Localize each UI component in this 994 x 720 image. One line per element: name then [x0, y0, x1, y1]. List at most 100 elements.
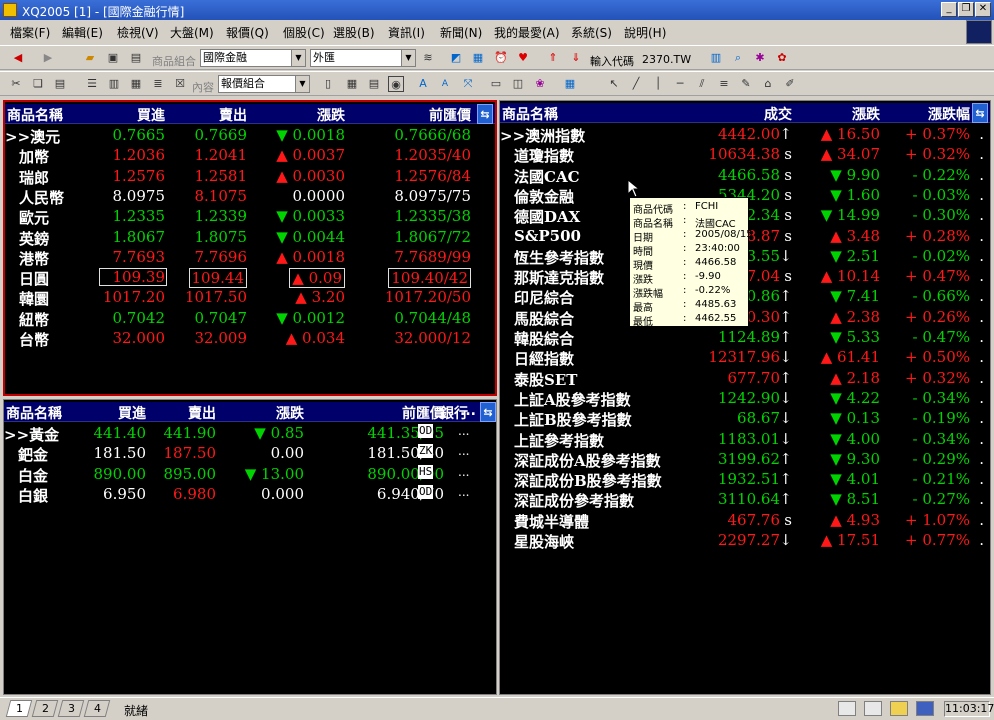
table-row[interactable]: 日經指數 ↓ 12317.96 ▲ 61.41 + 0.50%. [500, 348, 990, 368]
lock-icon[interactable] [890, 701, 908, 716]
fib-icon[interactable]: ≡ [716, 76, 732, 92]
column-header[interactable]: 前匯價 [402, 403, 444, 423]
paste-icon[interactable]: ▤ [52, 76, 68, 92]
table-row[interactable]: >>黃金 441.40 441.90 ▼ 0.85 441.35/95 OD... [4, 424, 496, 444]
line-tool-icon[interactable]: ╱ [628, 76, 644, 92]
table-row[interactable]: 港幣 7.7693 7.7696 ▲ 0.0018 7.7689/99 [5, 248, 495, 268]
table-row[interactable]: 星股海峽 ↓ 2297.27 ▲ 17.51 + 0.77%. [500, 531, 990, 551]
menu-item[interactable]: 說明(H) [624, 24, 666, 41]
alarm-icon[interactable]: ⏰ [493, 50, 509, 66]
eraser-icon[interactable]: ✐ [782, 76, 798, 92]
doc-icon[interactable]: ▯ [320, 76, 336, 92]
table-row[interactable]: >>澳元 0.7665 0.7669 ▼ 0.0018 0.7666/68 [5, 126, 495, 146]
table-row[interactable]: 日圓 109.39 109.44 ▲ 0.09 109.40/42 [5, 268, 495, 289]
chart-status-icon[interactable] [864, 701, 882, 716]
tools-icon[interactable]: ✱ [752, 50, 768, 66]
connection-icon[interactable] [916, 701, 934, 716]
menu-item[interactable]: 我的最愛(A) [494, 24, 560, 41]
table-row[interactable]: 上証參考指數 ↓ 1183.01 ▼ 4.00 - 0.34%. [500, 430, 990, 450]
search-icon[interactable]: ⌕ [730, 50, 746, 66]
settings-icon[interactable]: ✿ [774, 50, 790, 66]
sheet-tab-2[interactable]: 2 [31, 700, 59, 717]
column-header[interactable]: 漲跌 [852, 104, 880, 124]
menu-item[interactable]: 編輯(E) [62, 24, 103, 41]
zoom-fit-icon[interactable]: ⤧ [460, 76, 476, 92]
quote-icon[interactable]: ▥ [708, 50, 724, 66]
table-row[interactable]: 瑞郎 1.2576 1.2581 ▲ 0.0030 1.2576/84 [5, 167, 495, 187]
table-row[interactable]: 上証A股參考指數 ↓ 1242.90 ▼ 4.22 - 0.34%. [500, 389, 990, 409]
save-icon[interactable]: ▣ [105, 50, 121, 66]
table-row[interactable]: 費城半導體 s 467.76 ▲ 4.93 + 1.07%. [500, 511, 990, 531]
back-icon[interactable]: ◀ [10, 50, 26, 66]
column-header[interactable]: 買進 [118, 403, 146, 423]
menu-item[interactable]: 個股(C) [283, 24, 325, 41]
menu-item[interactable]: 報價(Q) [226, 24, 269, 41]
content-select[interactable]: 報價組合 ▼ [218, 75, 310, 93]
grid-icon[interactable]: ▦ [128, 76, 144, 92]
menu-item[interactable]: 資訊(I) [388, 24, 425, 41]
table-row[interactable]: >>澳洲指數 ↑ 4442.00 ▲ 16.50 + 0.37%. [500, 125, 990, 145]
column-switch-icon[interactable]: ⇆ [972, 103, 988, 123]
frame-icon[interactable]: ▭ [488, 76, 504, 92]
columns-icon[interactable]: ▥ [106, 76, 122, 92]
sheet-icon[interactable]: ▤ [366, 76, 382, 92]
more-button[interactable]: ... [458, 485, 469, 499]
column-header[interactable]: 賣出 [188, 403, 216, 423]
view-icon[interactable]: ◉ [388, 76, 404, 92]
menu-item[interactable]: 系統(S) [571, 24, 612, 41]
more-button[interactable]: ... [458, 444, 469, 458]
menu-item[interactable]: 大盤(M) [170, 24, 214, 41]
column-header[interactable]: 漲跌幅 [928, 104, 970, 124]
restore-button[interactable]: ❐ [958, 2, 974, 17]
table-icon[interactable]: ▦ [344, 76, 360, 92]
cut-icon[interactable]: ✂ [8, 76, 24, 92]
column-header[interactable]: 商品名稱 [7, 105, 63, 125]
menu-item[interactable]: 新聞(N) [440, 24, 482, 41]
code-input[interactable]: 2370.TW [642, 53, 691, 66]
pointer-icon[interactable]: ↖ [606, 76, 622, 92]
table-row[interactable]: 加幣 1.2036 1.2041 ▲ 0.0037 1.2035/40 [5, 146, 495, 166]
print-icon[interactable]: ▤ [128, 50, 144, 66]
page-up-icon[interactable]: ⇑ [545, 50, 561, 66]
favorite-heart-icon[interactable]: ♥ [515, 50, 531, 66]
page-down-icon[interactable]: ⇓ [568, 50, 584, 66]
column-header[interactable]: 買進 [137, 105, 165, 125]
column-header[interactable]: 商品名稱 [6, 403, 62, 423]
wave-icon[interactable]: ≋ [420, 50, 436, 66]
layout-icon[interactable]: ▦ [562, 76, 578, 92]
category-select[interactable]: 外匯 ▼ [310, 49, 416, 67]
chart-icon[interactable]: ◩ [448, 50, 464, 66]
column-header[interactable]: 成交 [764, 104, 792, 124]
index-quote-panel[interactable]: 商品名稱 成交 漲跌 漲跌幅 ⇆ >>澳洲指數 ↑ 4442.00 ▲ 16.50 + 0.37%… [499, 100, 991, 695]
table-row[interactable]: 紐幣 0.7042 0.7047 ▼ 0.0012 0.7044/48 [5, 309, 495, 329]
group-select[interactable]: 國際金融 ▼ [200, 49, 306, 67]
column-header[interactable]: ... [460, 403, 476, 419]
pen-icon[interactable]: ✎ [738, 76, 754, 92]
table-row[interactable]: 鈀金 181.50 187.50 0.00 181.50/50 ZK... [4, 444, 496, 464]
menu-item[interactable]: 檔案(F) [10, 24, 50, 41]
table-row[interactable]: 法國CAC s 4466.58 ▼ 9.90 - 0.22%. [500, 166, 990, 186]
list-icon[interactable]: ≣ [150, 76, 166, 92]
menu-item[interactable]: 檢視(V) [117, 24, 159, 41]
vline-icon[interactable]: │ [650, 76, 666, 92]
column-header[interactable]: 前匯價 [429, 105, 471, 125]
close-button[interactable]: ✕ [975, 2, 991, 17]
delete-icon[interactable]: ☒ [172, 76, 188, 92]
parallel-icon[interactable]: ⫽ [694, 76, 710, 92]
hline-icon[interactable]: ─ [672, 76, 688, 92]
table-row[interactable]: 深証成份參考指數 ↑ 3110.64 ▼ 8.51 - 0.27%. [500, 490, 990, 510]
table-row[interactable]: 上証B股參考指數 ↓ 68.67 ▼ 0.13 - 0.19%. [500, 409, 990, 429]
sheet-tab-4[interactable]: 4 [83, 700, 111, 717]
column-header[interactable]: 漲跌 [276, 403, 304, 423]
table-row[interactable]: 白金 890.00 895.00 ▼ 13.00 890.00/00 HS... [4, 464, 496, 485]
table-row[interactable]: 歐元 1.2335 1.2339 ▼ 0.0033 1.2335/38 [5, 207, 495, 227]
more-button[interactable]: ... [458, 424, 469, 438]
column-header[interactable]: 賣出 [219, 105, 247, 125]
forward-icon[interactable]: ▶ [40, 50, 56, 66]
copy-icon[interactable]: ❏ [30, 76, 46, 92]
minimize-button[interactable]: _ [941, 2, 957, 17]
table-row[interactable]: 深証成份A股參考指數 ↑ 3199.62 ▼ 9.30 - 0.29%. [500, 450, 990, 470]
text-tool-icon[interactable]: ⌂ [760, 76, 776, 92]
metals-quote-panel[interactable]: 商品名稱 買進 賣出 漲跌 前匯價 銀行... ⇆ >>黃金 441.40 441.90 ▼ 0.8… [3, 399, 497, 695]
rows-icon[interactable]: ☰ [84, 76, 100, 92]
